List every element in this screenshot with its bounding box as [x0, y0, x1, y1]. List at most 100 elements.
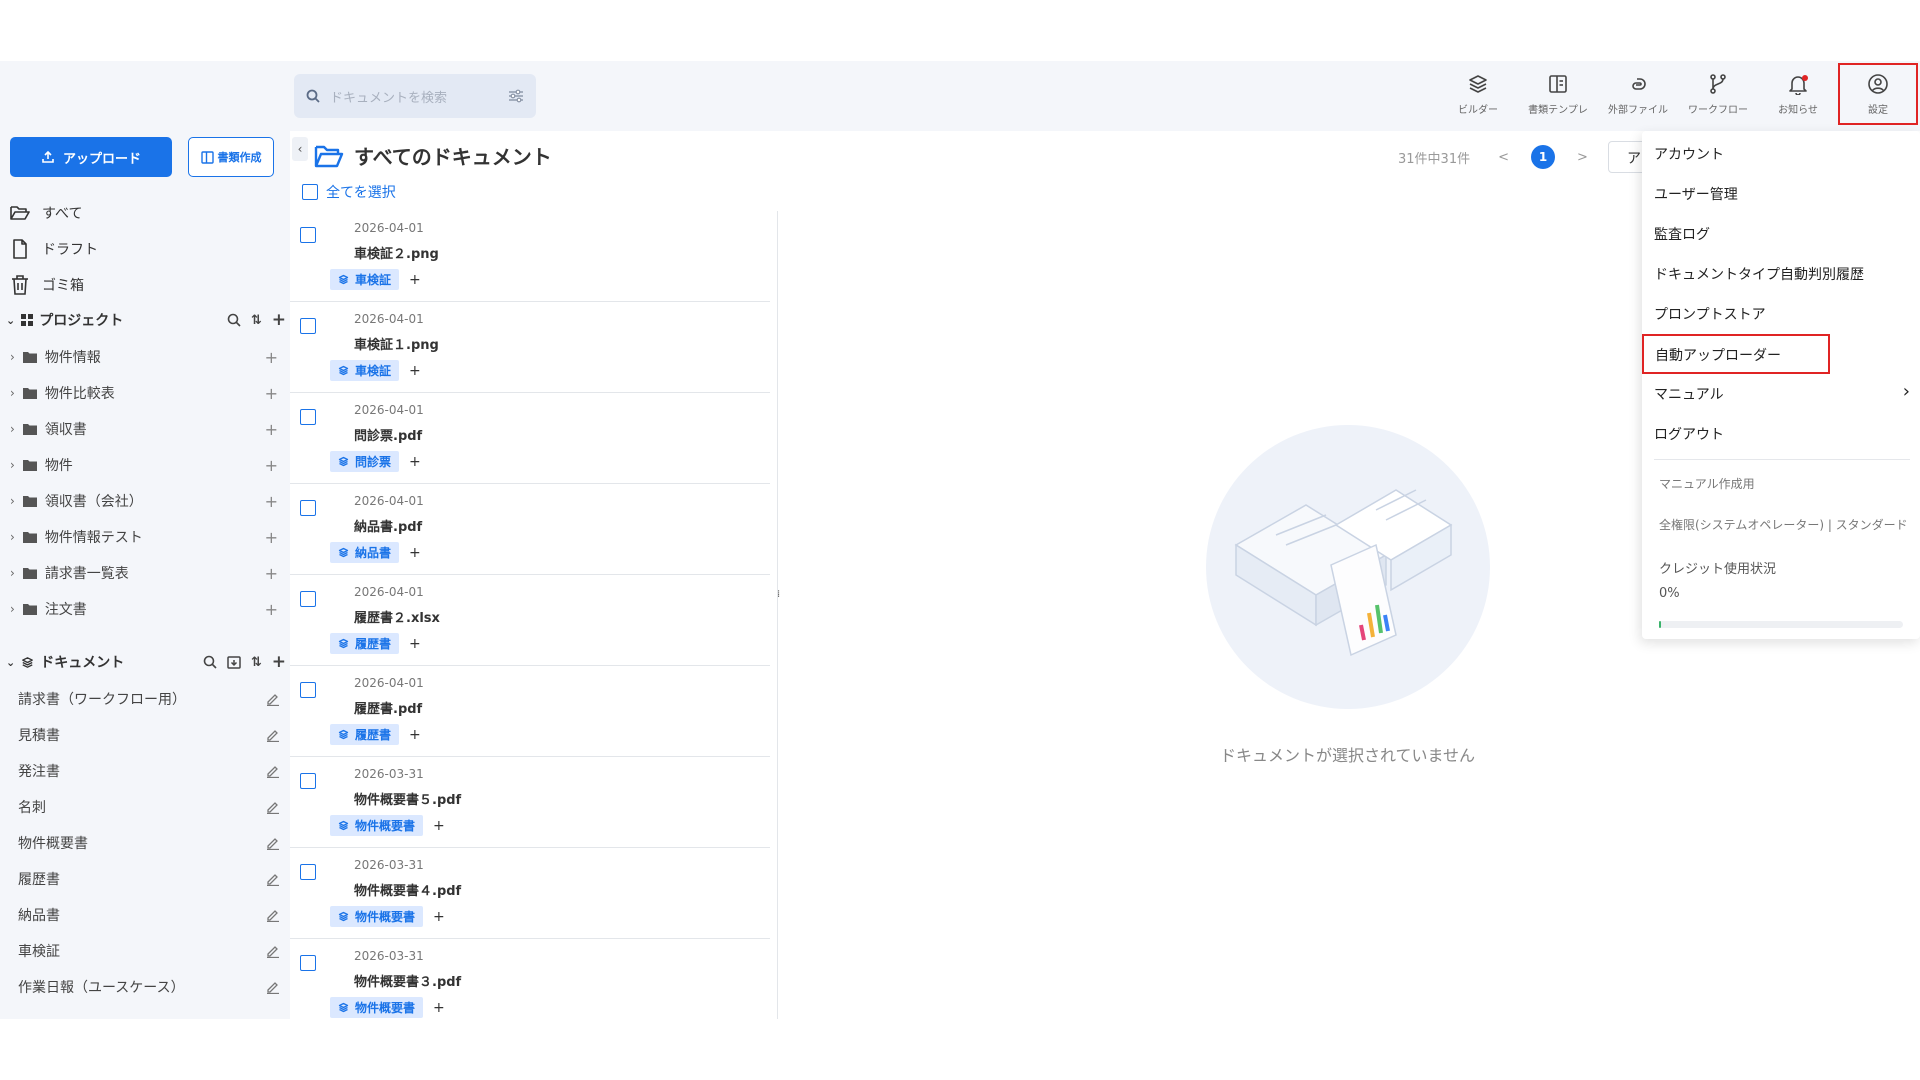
row-checkbox[interactable] [300, 682, 316, 698]
edit-icon[interactable] [266, 728, 280, 742]
edit-icon[interactable] [266, 872, 280, 886]
upload-button[interactable]: アップロード [10, 137, 172, 177]
row-checkbox[interactable] [300, 500, 316, 516]
project-item[interactable]: › 請求書一覧表 + [10, 555, 280, 591]
document-row[interactable]: 2026-04-01 納品書.pdf 納品書 + [290, 484, 770, 575]
menu-item-user-management[interactable]: ユーザー管理 [1654, 184, 1738, 204]
chevron-right-icon[interactable]: › [10, 530, 15, 544]
menu-item-doctype-history[interactable]: ドキュメントタイプ自動判別履歴 [1654, 264, 1864, 284]
menu-item-prompt-store[interactable]: プロンプトストア [1654, 304, 1766, 324]
search-icon[interactable] [203, 655, 217, 669]
add-icon[interactable]: + [265, 528, 278, 547]
project-item[interactable]: › 物件比較表 + [10, 375, 280, 411]
collapse-sidebar-button[interactable]: ‹ [292, 137, 308, 161]
add-icon[interactable]: + [265, 420, 278, 439]
projects-header[interactable]: ⌄ プロジェクト ⇅ + [6, 305, 286, 335]
add-icon[interactable]: + [272, 652, 286, 672]
document-row[interactable]: 2026-03-31 物件概要書３.pdf 物件概要書 + [290, 939, 770, 1019]
sidebar-item-all[interactable]: すべて [10, 195, 98, 231]
notifications-button[interactable]: お知らせ [1758, 61, 1838, 127]
project-item[interactable]: › 注文書 + [10, 591, 280, 627]
edit-icon[interactable] [266, 980, 280, 994]
external-files-button[interactable]: 外部ファイル [1598, 61, 1678, 127]
document-row[interactable]: 2026-03-31 物件概要書４.pdf 物件概要書 + [290, 848, 770, 939]
sidebar-item-trash[interactable]: ゴミ箱 [10, 267, 98, 303]
search-icon[interactable] [227, 313, 241, 327]
add-tag-icon[interactable]: + [433, 909, 445, 925]
add-icon[interactable]: + [272, 310, 286, 330]
edit-icon[interactable] [266, 692, 280, 706]
settings-button[interactable]: 設定 [1838, 63, 1918, 125]
document-row[interactable]: 2026-04-01 車検証２.png 車検証 + [290, 211, 770, 302]
menu-item-logout[interactable]: ログアウト [1654, 424, 1724, 444]
add-tag-icon[interactable]: + [433, 818, 445, 834]
menu-item-account[interactable]: アカウント [1654, 144, 1724, 164]
add-icon[interactable]: + [265, 564, 278, 583]
row-checkbox[interactable] [300, 409, 316, 425]
document-row[interactable]: 2026-04-01 履歴書２.xlsx 履歴書 + [290, 575, 770, 666]
chevron-right-icon[interactable]: › [10, 386, 15, 400]
add-icon[interactable]: + [265, 384, 278, 403]
add-tag-icon[interactable]: + [409, 272, 421, 288]
menu-item-audit-log[interactable]: 監査ログ [1654, 224, 1710, 244]
chevron-down-icon[interactable]: ⌄ [6, 314, 15, 327]
document-type-item[interactable]: 物件概要書 [18, 825, 280, 861]
document-type-tag[interactable]: 物件概要書 [330, 815, 424, 836]
chevron-right-icon[interactable]: › [10, 566, 15, 580]
select-all[interactable]: 全てを選択 [302, 182, 396, 202]
add-icon[interactable]: + [265, 600, 278, 619]
project-item[interactable]: › 領収書（会社） + [10, 483, 280, 519]
project-item[interactable]: › 物件情報 + [10, 339, 280, 375]
document-type-item[interactable]: 車検証 [18, 933, 280, 969]
add-tag-icon[interactable]: + [409, 636, 421, 652]
add-tag-icon[interactable]: + [433, 1000, 445, 1016]
chevron-down-icon[interactable]: ⌄ [6, 656, 15, 669]
add-icon[interactable]: + [265, 492, 278, 511]
edit-icon[interactable] [266, 908, 280, 922]
chevron-right-icon[interactable]: › [10, 350, 15, 364]
row-checkbox[interactable] [300, 318, 316, 334]
document-type-item[interactable]: 請求書（ワークフロー用） [18, 681, 280, 717]
create-document-button[interactable]: 書類作成 [188, 137, 274, 177]
next-page-button[interactable]: > [1577, 150, 1588, 165]
document-type-tag[interactable]: 物件概要書 [330, 906, 424, 927]
chevron-right-icon[interactable]: › [10, 602, 15, 616]
row-checkbox[interactable] [300, 591, 316, 607]
document-type-tag[interactable]: 物件概要書 [330, 997, 424, 1018]
chevron-right-icon[interactable]: › [10, 458, 15, 472]
project-item[interactable]: › 物件情報テスト + [10, 519, 280, 555]
document-row[interactable]: 2026-03-31 物件概要書５.pdf 物件概要書 + [290, 757, 770, 848]
select-all-checkbox[interactable] [302, 184, 318, 200]
edit-icon[interactable] [266, 944, 280, 958]
resize-handle-icon[interactable]: ⁞ [777, 589, 780, 600]
row-checkbox[interactable] [300, 864, 316, 880]
document-row[interactable]: 2026-04-01 車検証１.png 車検証 + [290, 302, 770, 393]
document-type-item[interactable]: 発注書 [18, 753, 280, 789]
search-input[interactable]: ドキュメントを検索 [330, 87, 508, 106]
document-type-tag[interactable]: 問診票 [330, 451, 400, 472]
project-item[interactable]: › 物件 + [10, 447, 280, 483]
document-type-tag[interactable]: 履歴書 [330, 724, 400, 745]
row-checkbox[interactable] [300, 773, 316, 789]
add-tag-icon[interactable]: + [409, 363, 421, 379]
edit-icon[interactable] [266, 800, 280, 814]
prev-page-button[interactable]: < [1498, 150, 1509, 165]
document-type-tag[interactable]: 履歴書 [330, 633, 400, 654]
builder-button[interactable]: ビルダー [1438, 61, 1518, 127]
templates-button[interactable]: 書類テンプレ [1518, 61, 1598, 127]
project-item[interactable]: › 領収書 + [10, 411, 280, 447]
edit-icon[interactable] [266, 836, 280, 850]
documents-header[interactable]: ⌄ ドキュメント ⇅ + [6, 647, 286, 677]
chevron-right-icon[interactable]: › [10, 494, 15, 508]
document-type-item[interactable]: 履歴書 [18, 861, 280, 897]
edit-icon[interactable] [266, 764, 280, 778]
add-icon[interactable]: + [265, 456, 278, 475]
search-box[interactable]: ドキュメントを検索 [294, 74, 536, 118]
document-type-item[interactable]: 作業日報（ユースケース） [18, 969, 280, 1005]
add-icon[interactable]: + [265, 348, 278, 367]
document-row[interactable]: 2026-04-01 履歴書.pdf 履歴書 + [290, 666, 770, 757]
import-icon[interactable] [227, 655, 241, 669]
document-row[interactable]: 2026-04-01 問診票.pdf 問診票 + [290, 393, 770, 484]
row-checkbox[interactable] [300, 955, 316, 971]
document-type-tag[interactable]: 納品書 [330, 542, 400, 563]
